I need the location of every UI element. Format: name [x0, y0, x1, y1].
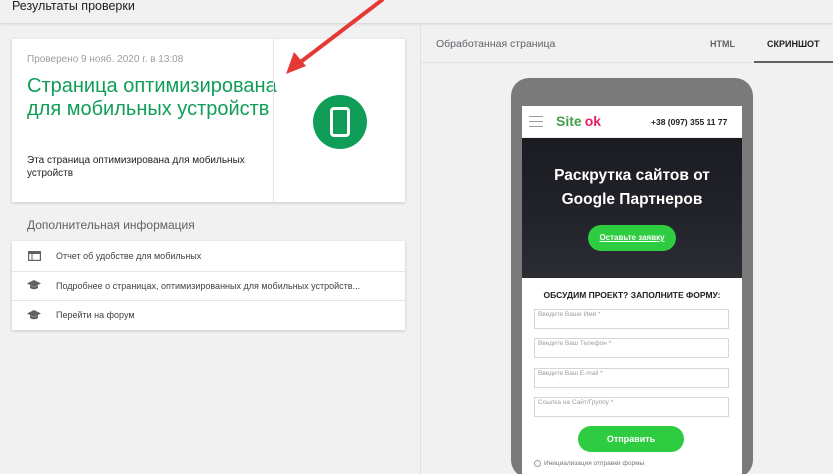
additional-info-list: Отчет об удобстве для мобильных Подробне…: [12, 241, 405, 330]
card-divider: [273, 39, 274, 202]
email-field[interactable]: Введите Ваш E-mail *: [534, 368, 729, 388]
top-bar: Результаты проверки: [0, 0, 833, 24]
rendered-page-label: Обработанная страница: [436, 38, 556, 50]
tab-html[interactable]: HTML: [710, 39, 735, 49]
site-phone: +38 (097) 355 11 77: [651, 117, 728, 127]
smartphone-icon: [313, 95, 367, 149]
rendered-page-panel: Обработанная страница HTML СКРИНШОТ Site…: [420, 25, 833, 474]
school-icon: [26, 280, 42, 292]
phone-placeholder: Введите Ваш Телефон *: [538, 340, 612, 347]
result-card: Проверено 9 нояб. 2020 г. в 13:08 Страни…: [12, 39, 405, 202]
site-logo: Site ok: [556, 113, 601, 129]
phone-field[interactable]: Введите Ваш Телефон *: [534, 338, 729, 358]
list-item-learn-more[interactable]: Подробнее о страницах, оптимизированных …: [12, 270, 405, 301]
phone-screen: Site ok +38 (097) 355 11 77 Раскрутка сай…: [522, 106, 742, 474]
list-item-label: Подробнее о страницах, оптимизированных …: [56, 280, 361, 291]
name-placeholder: Введите Ваше Имя *: [538, 311, 601, 318]
site-header: Site ok +38 (097) 355 11 77: [522, 106, 742, 138]
list-item-mobile-report[interactable]: Отчет об удобстве для мобильных: [12, 241, 405, 271]
page-title: Результаты проверки: [12, 0, 135, 13]
result-headline: Страница оптимизирована для мобильных ус…: [27, 75, 277, 120]
spinner-icon: [534, 460, 541, 467]
tab-screenshot[interactable]: СКРИНШОТ: [767, 39, 820, 49]
logo-site-text: Site: [556, 113, 582, 129]
school-icon: [26, 309, 42, 321]
site-link-placeholder: Ссылка на Сайт/Группу *: [538, 399, 614, 406]
checked-timestamp: Проверено 9 нояб. 2020 г. в 13:08: [27, 54, 184, 65]
panel-tabs: Обработанная страница HTML СКРИНШОТ: [421, 25, 833, 63]
hero-title: Раскрутка сайтов от Google Партнеров: [554, 167, 710, 208]
form-title: ОБСУДИМ ПРОЕКТ? ЗАПОЛНИТЕ ФОРМУ:: [543, 290, 721, 300]
phone-glyph: [330, 107, 350, 137]
form-init-status: Инициализация отправки формы: [534, 460, 644, 467]
init-text: Инициализация отправки формы: [544, 460, 645, 467]
results-column: Проверено 9 нояб. 2020 г. в 13:08 Страни…: [0, 25, 420, 474]
site-hero: Раскрутка сайтов от Google Партнеров Ост…: [522, 138, 742, 278]
submit-button[interactable]: Отправить: [578, 426, 684, 452]
active-tab-indicator: [754, 61, 833, 63]
logo-ok-text: ok: [584, 113, 602, 129]
name-field[interactable]: Введите Ваше Имя *: [534, 309, 729, 329]
additional-info-heading: Дополнительная информация: [27, 218, 195, 232]
email-placeholder: Введите Ваш E-mail *: [538, 370, 603, 377]
phone-frame: Site ok +38 (097) 355 11 77 Раскрутка сай…: [511, 78, 753, 474]
site-link-field[interactable]: Ссылка на Сайт/Группу *: [534, 397, 729, 417]
list-item-label: Перейти на форум: [56, 310, 135, 321]
menu-icon[interactable]: [529, 116, 543, 127]
leave-request-button[interactable]: Оставьте заявку: [588, 225, 676, 251]
list-item-forum[interactable]: Перейти на форум: [12, 300, 405, 330]
list-item-label: Отчет об удобстве для мобильных: [56, 250, 202, 261]
report-icon: [26, 250, 42, 262]
result-subtext: Эта страница оптимизирована для мобильны…: [27, 155, 245, 179]
